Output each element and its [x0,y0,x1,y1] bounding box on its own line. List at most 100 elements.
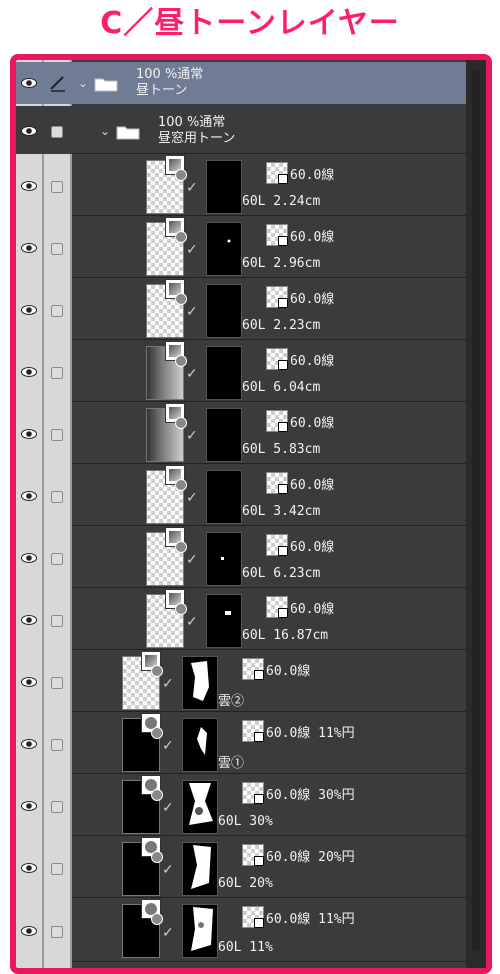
lock-checkbox[interactable] [51,553,63,565]
check-icon: ✓ [186,242,198,258]
layer-mask-thumbnail [206,284,242,338]
layer-thumbnail [122,713,163,772]
eye-icon[interactable] [21,491,37,501]
folder-row-hiru-tone[interactable]: ⌄ 100 %通常 昼トーン [16,62,466,104]
tone-icon [266,224,288,246]
check-icon: ✓ [186,490,198,506]
lock-checkbox[interactable] [51,243,63,255]
layer-row[interactable]: ✓ 60.0線 60L 16.87cm [16,589,466,650]
layer-name: 雲① [218,756,245,771]
scrollbar-track[interactable] [472,70,480,950]
lock-checkbox[interactable] [51,739,63,751]
folder-icon [94,78,118,92]
eye-icon[interactable] [21,305,37,315]
layer-thumbnail [122,775,163,834]
lock-checkbox[interactable] [51,305,63,317]
layer-tone-info: 60.0線 [290,416,335,431]
layer-thumbnail [122,899,163,958]
folder-row-hiru-mado[interactable]: ⌄ 100 %通常 昼窓用トーン [16,106,466,154]
tone-icon [266,596,288,618]
layer-mask-thumbnail [206,594,242,648]
layer-tone-info: 60.0線 [290,354,335,369]
eye-icon[interactable] [21,429,37,439]
lock-checkbox[interactable] [51,863,63,875]
layer-thumbnail [146,589,187,648]
lock-checkbox[interactable] [51,615,63,627]
eye-icon[interactable] [21,677,37,687]
layer-thumbnail [122,651,163,710]
layer-tone-info: 60.0線 20%円 [266,850,355,865]
tone-icon [266,162,288,184]
tone-icon [242,658,264,680]
layer-row[interactable]: ✓ 60.0線 11%円 60L 11% [16,899,466,962]
eye-icon[interactable] [21,801,37,811]
tone-icon [242,720,264,742]
folder-name: 昼トーン [136,83,188,98]
layer-row[interactable]: ✓ 60.0線 60L 5.83cm [16,403,466,464]
layer-row[interactable]: ✓ 60.0線 60L 2.23cm [16,279,466,340]
tone-icon [266,348,288,370]
layer-tone-info: 60.0線 [290,230,335,245]
layer-row[interactable]: ✓ 60.0線 30%円 60L 30% [16,775,466,836]
lock-checkbox[interactable] [51,801,63,813]
lock-checkbox[interactable] [51,926,63,938]
eye-icon[interactable] [21,926,37,936]
layer-name: 雲② [218,694,245,709]
layer-row[interactable]: ✓ 60.0線 60L 6.23cm [16,527,466,588]
layer-name: 60L 6.23cm [242,566,321,581]
layer-tone-info: 60.0線 [290,602,335,617]
layer-tone-info: 60.0線 11%円 [266,726,355,741]
tone-icon [266,534,288,556]
eye-icon[interactable] [21,243,37,253]
layer-tone-info: 60.0線 [290,292,335,307]
eye-icon[interactable] [21,181,37,191]
check-icon: ✓ [186,614,198,630]
lock-checkbox[interactable] [51,429,63,441]
chevron-down-icon[interactable]: ⌄ [100,124,110,138]
layer-name: 60L 3.42cm [242,504,321,519]
layer-mask-thumbnail [182,842,218,896]
layer-row[interactable]: ✓ 60.0線 11%円 雲① [16,713,466,774]
scrollbar[interactable] [466,60,486,968]
eye-icon[interactable] [21,553,37,563]
chevron-down-icon[interactable]: ⌄ [78,76,88,90]
eye-icon[interactable] [21,126,37,136]
layer-mask-thumbnail [182,780,218,834]
layer-mask-thumbnail [206,222,242,276]
layer-row[interactable]: ✓ 60.0線 60L 3.42cm [16,465,466,526]
layer-thumbnail [146,217,187,276]
lock-checkbox[interactable] [51,126,63,138]
layer-thumbnail [146,465,187,524]
folder-blend: 100 %通常 [136,67,204,82]
layer-row[interactable]: ✓ 60.0線 60L 6.04cm [16,341,466,402]
tone-icon [266,410,288,432]
layer-thumbnail [146,279,187,338]
lock-checkbox[interactable] [51,181,63,193]
layer-name: 60L 16.87cm [242,628,329,643]
layer-name: 60L 20% [218,876,273,891]
layer-name: 60L 2.96cm [242,256,321,271]
layer-row[interactable]: ✓ 60.0線 20%円 60L 20% [16,837,466,898]
eye-icon[interactable] [21,739,37,749]
layer-thumbnail [122,837,163,896]
layer-row[interactable]: ✓ 60.0線 60L 2.96cm [16,217,466,278]
check-icon: ✓ [162,738,174,754]
layer-mask-thumbnail [182,904,218,958]
eye-icon[interactable] [21,863,37,873]
eye-icon[interactable] [21,367,37,377]
layer-name: 60L 11% [218,940,273,955]
layer-name: 60L 5.83cm [242,442,321,457]
layer-thumbnail [146,527,187,586]
eye-icon[interactable] [21,78,37,88]
layer-tone-info: 60.0線 11%円 [266,912,355,927]
layer-thumbnail [146,341,187,400]
layer-tone-info: 60.0線 [266,664,311,679]
layer-row[interactable]: ✓ 60.0線 雲② [16,651,466,712]
layer-name: 60L 2.23cm [242,318,321,333]
check-icon: ✓ [162,800,174,816]
lock-checkbox[interactable] [51,367,63,379]
lock-checkbox[interactable] [51,677,63,689]
lock-checkbox[interactable] [51,491,63,503]
layer-row[interactable]: ✓ 60.0線 60L 2.24cm [16,155,466,216]
eye-icon[interactable] [21,615,37,625]
